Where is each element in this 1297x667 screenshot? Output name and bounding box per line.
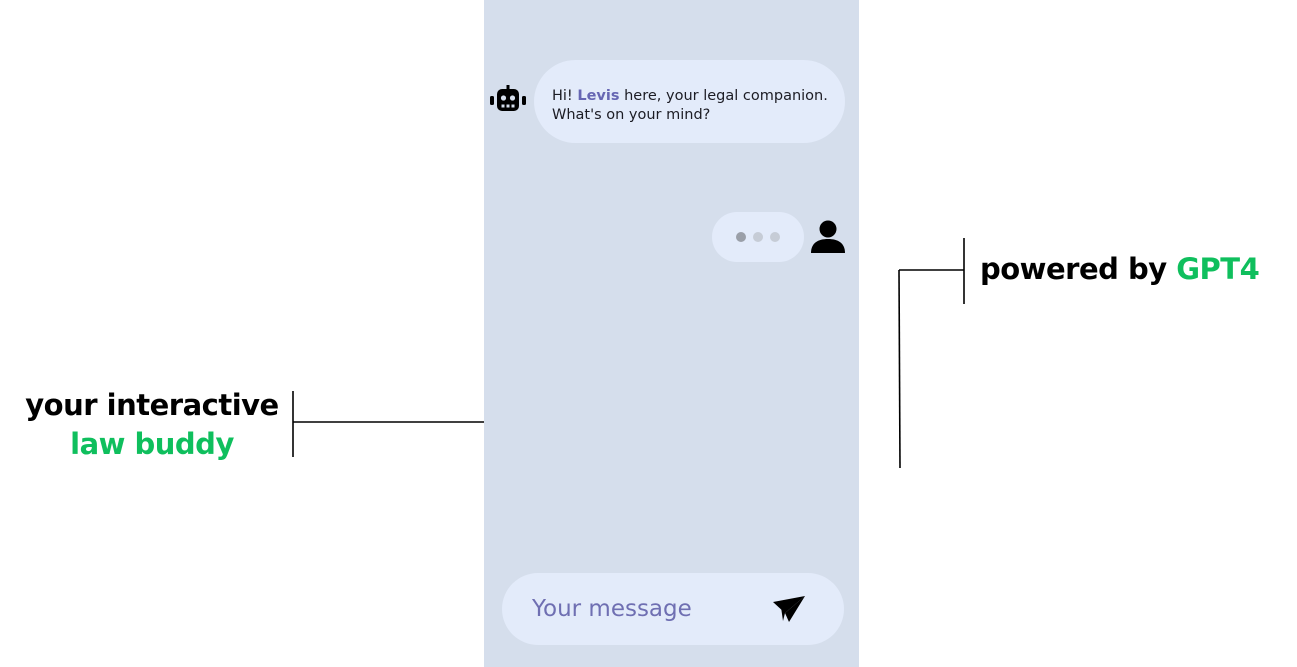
paper-plane-icon bbox=[773, 596, 805, 622]
right-connector-vertical bbox=[898, 269, 901, 469]
bot-message-line1: here, your legal companion. bbox=[619, 88, 828, 104]
message-input[interactable] bbox=[532, 590, 762, 628]
bot-message-bubble: Hi! Levis here, your legal companion. Wh… bbox=[534, 60, 845, 143]
user-icon bbox=[810, 220, 846, 254]
tagline-left: your interactive law buddy bbox=[20, 386, 284, 464]
tagline-right-prefix: powered by bbox=[980, 252, 1177, 286]
typing-dot bbox=[770, 232, 780, 242]
landing-canvas: Hi! Levis here, your legal companion. Wh… bbox=[0, 0, 1297, 667]
send-button[interactable] bbox=[769, 591, 809, 627]
typing-dot bbox=[736, 232, 746, 242]
bot-greeting: Hi! bbox=[552, 88, 578, 104]
bot-name: Levis bbox=[577, 88, 620, 104]
tagline-left-line1: your interactive bbox=[25, 388, 279, 422]
typing-indicator bbox=[712, 212, 804, 262]
message-composer bbox=[502, 573, 844, 645]
chat-panel: Hi! Levis here, your legal companion. Wh… bbox=[484, 0, 859, 667]
robot-icon bbox=[490, 85, 526, 115]
tagline-right-model: GPT4 bbox=[1176, 252, 1260, 286]
tagline-right: powered by GPT4 bbox=[980, 250, 1260, 289]
typing-dot bbox=[753, 232, 763, 242]
bot-message-line2: What's on your mind? bbox=[552, 107, 711, 123]
tagline-left-line2: law buddy bbox=[70, 427, 234, 461]
